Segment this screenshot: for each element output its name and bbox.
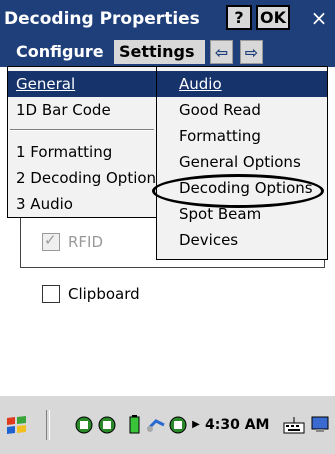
- clipboard-checkbox[interactable]: [42, 285, 60, 303]
- submenu-item-spot-beam[interactable]: Spot Beam: [157, 201, 327, 227]
- clock[interactable]: 4:30 AM: [205, 417, 269, 433]
- rfid-checkbox[interactable]: ✓: [42, 231, 60, 251]
- submenu-item-general-options[interactable]: General Options: [157, 149, 327, 175]
- menu-item-formatting[interactable]: 1 Formatting: [8, 139, 156, 165]
- network-icon[interactable]: [97, 415, 117, 435]
- connection-icon[interactable]: [146, 415, 166, 435]
- forward-arrow-icon[interactable]: ⇨: [240, 40, 263, 64]
- menu-settings[interactable]: Settings: [114, 40, 205, 64]
- back-arrow-icon[interactable]: ⇦: [210, 40, 233, 64]
- ok-button[interactable]: OK: [256, 5, 290, 30]
- checkmark-icon: ✓: [44, 231, 57, 249]
- menu-item-audio[interactable]: 3 Audio: [8, 191, 156, 217]
- network-icon[interactable]: [168, 415, 188, 435]
- submenu-item-formatting[interactable]: Formatting: [157, 123, 327, 149]
- submenu-item-devices[interactable]: Devices: [157, 227, 327, 253]
- rfid-label: RFID: [68, 233, 104, 251]
- settings-menu: General 1D Bar Code 1 Formatting 2 Decod…: [7, 66, 157, 218]
- network-icon[interactable]: [74, 415, 94, 435]
- battery-icon[interactable]: [124, 415, 144, 435]
- menu-item-general[interactable]: General: [8, 71, 156, 97]
- title-bar: Decoding Properties ? OK ×: [0, 0, 335, 37]
- menu-configure[interactable]: Configure: [11, 40, 109, 64]
- windows-flag-icon[interactable]: [4, 415, 30, 435]
- menu-separator: [10, 129, 154, 131]
- tray-expand-icon[interactable]: ▶: [190, 415, 202, 435]
- rfid-checkbox-row[interactable]: ✓ RFID: [42, 231, 104, 251]
- menu-bar: Configure Settings ⇦ ⇨: [0, 37, 335, 67]
- menu-item-1d-bar-code[interactable]: 1D Bar Code: [8, 97, 156, 123]
- keyboard-icon[interactable]: [282, 415, 306, 435]
- menu-item-label: General: [16, 75, 76, 93]
- general-submenu: Audio Good Read Formatting General Optio…: [156, 66, 328, 260]
- help-button[interactable]: ?: [226, 5, 252, 30]
- taskbar-separator: [46, 410, 50, 440]
- menu-item-decoding-options[interactable]: 2 Decoding Options: [8, 165, 156, 191]
- clipboard-checkbox-row[interactable]: Clipboard: [42, 285, 140, 303]
- submenu-item-label: Audio: [179, 75, 222, 93]
- submenu-item-decoding-options[interactable]: Decoding Options: [157, 175, 327, 201]
- taskbar: ▶ 4:30 AM: [0, 395, 335, 454]
- submenu-item-good-read[interactable]: Good Read: [157, 97, 327, 123]
- window-title: Decoding Properties: [4, 9, 200, 29]
- desktop-icon[interactable]: [310, 415, 332, 435]
- submenu-item-audio[interactable]: Audio: [157, 71, 327, 97]
- close-icon[interactable]: ×: [306, 7, 332, 31]
- clipboard-label: Clipboard: [68, 285, 140, 303]
